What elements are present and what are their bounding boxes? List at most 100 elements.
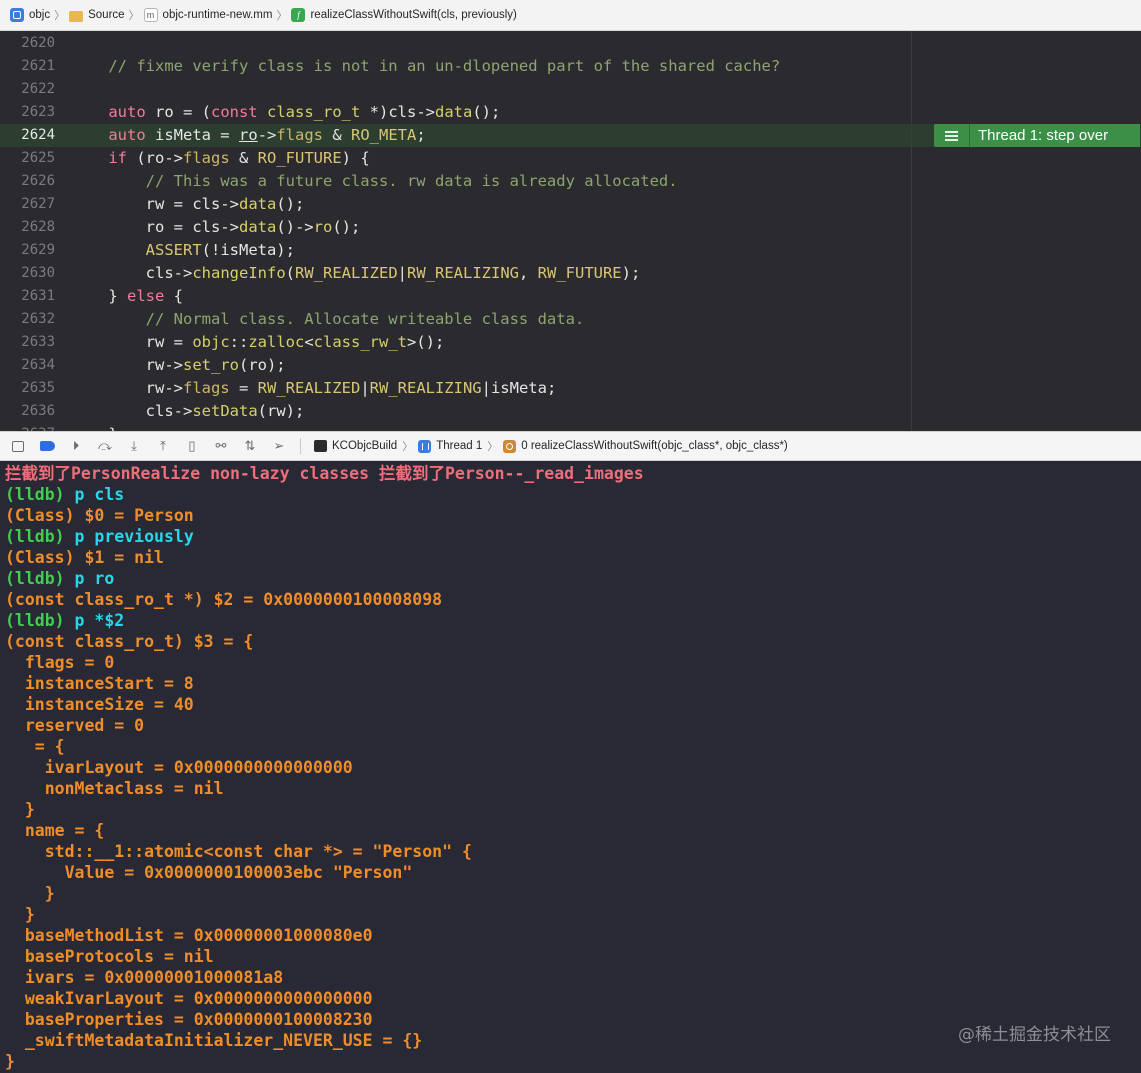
console-output-line: nonMetaclass = nil: [5, 779, 224, 798]
memory-graph-button[interactable]: ⚯: [213, 438, 229, 454]
console-output-line: instanceStart = 8: [5, 674, 194, 693]
debug-target-label: KCObjcBuild: [332, 440, 398, 452]
line-number: 2630: [21, 265, 55, 281]
lldb-command: p cls: [64, 485, 125, 504]
lldb-console[interactable]: @稀土掘金技术社区 拦截到了PersonRealize non-lazy cla…: [0, 461, 1141, 1073]
jump-bar: objc 〉 Source 〉 m objc-runtime-new.mm 〉 …: [0, 0, 1141, 31]
code-line: 2632 // Normal class. Allocate writeable…: [0, 308, 1141, 331]
lldb-command: p *$2: [64, 611, 125, 630]
console-output-line: weakIvarLayout = 0x0000000000000000: [5, 989, 373, 1008]
lldb-prompt: (lldb): [5, 527, 65, 546]
line-number: 2627: [21, 196, 55, 212]
line-number: 2625: [21, 150, 55, 166]
console-output-line: baseMethodList = 0x00000001000080e0: [5, 926, 373, 945]
continue-button[interactable]: ⏵: [68, 438, 84, 454]
code-line: 2629 ASSERT(!isMeta);: [0, 239, 1141, 262]
watermark: @稀土掘金技术社区: [958, 1025, 1111, 1045]
editor-divider: [911, 31, 912, 431]
console-output-line: (const class_ro_t) $3 = {: [5, 632, 254, 651]
simulate-location-button[interactable]: ➢: [271, 438, 287, 454]
lldb-prompt: (lldb): [5, 485, 65, 504]
code-line: 2623 auto ro = (const class_ro_t *)cls->…: [0, 101, 1141, 124]
chevron-right-icon: 〉: [402, 441, 414, 453]
console-output-line: flags = 0: [5, 653, 115, 672]
view-hierarchy-button[interactable]: ▯: [184, 438, 200, 454]
function-icon: f: [291, 8, 306, 22]
thread-step-badge[interactable]: Thread 1: step over: [934, 124, 1140, 147]
code-line: 2633 rw = objc::zalloc<class_rw_t>();: [0, 331, 1141, 354]
list-icon[interactable]: [934, 124, 970, 147]
folder-icon: [69, 10, 84, 22]
step-into-button[interactable]: ⤓: [126, 438, 142, 454]
thread-icon: [418, 439, 432, 453]
step-over-button[interactable]: ⤼: [97, 438, 113, 454]
line-number: 2635: [21, 380, 55, 396]
console-output-line: ivarLayout = 0x0000000000000000: [5, 758, 353, 777]
console-output-line: baseProperties = 0x0000000100008230: [5, 1010, 373, 1029]
console-output-line: }: [5, 905, 35, 924]
breakpoints-toggle-button[interactable]: [39, 438, 55, 454]
crumb-project[interactable]: objc: [10, 8, 50, 22]
crumb-function[interactable]: f realizeClassWithoutSwift(cls, previous…: [291, 8, 517, 22]
line-number: 2632: [21, 311, 55, 327]
line-number: 2623: [21, 104, 55, 120]
console-output-line: _swiftMetadataInitializer_NEVER_USE = {}: [5, 1031, 423, 1050]
debug-crumb-frame[interactable]: 0 realizeClassWithoutSwift(objc_class*, …: [503, 439, 788, 453]
crumb-file[interactable]: m objc-runtime-new.mm: [143, 8, 273, 22]
code-line: 2635 rw->flags = RW_REALIZED|RW_REALIZIN…: [0, 377, 1141, 400]
console-output-line: reserved = 0: [5, 716, 145, 735]
console-output-line: }: [5, 1052, 15, 1071]
console-output-line: baseProtocols = nil: [5, 947, 214, 966]
console-command-line: (lldb) p cls: [5, 484, 124, 505]
crumb-folder[interactable]: Source: [69, 9, 125, 22]
line-number: 2634: [21, 357, 55, 373]
project-icon: [10, 8, 24, 22]
line-number: 2633: [21, 334, 55, 350]
console-output-line: instanceSize = 40: [5, 695, 194, 714]
file-mm-icon: m: [143, 8, 158, 22]
console-command-line: (lldb) p ro: [5, 568, 114, 589]
step-out-button[interactable]: ⤒: [155, 438, 171, 454]
line-number: 2631: [21, 288, 55, 304]
line-number: 2626: [21, 173, 55, 189]
environment-overrides-button[interactable]: ⇅: [242, 438, 258, 454]
source-editor[interactable]: 2620 2621 // fixme verify class is not i…: [0, 31, 1141, 431]
code-line: 2630 cls->changeInfo(RW_REALIZED|RW_REAL…: [0, 262, 1141, 285]
stack-frame-icon: [503, 439, 517, 453]
crumb-label: objc-runtime-new.mm: [162, 9, 273, 21]
console-output-line: (Class) $1 = nil: [5, 548, 164, 567]
console-output-line: = {: [5, 737, 65, 756]
lldb-prompt: (lldb): [5, 611, 65, 630]
console-output-line: ivars = 0x00000001000081a8: [5, 968, 284, 987]
console-output-line: std::__1::atomic<const char *> = "Person…: [5, 842, 472, 861]
lldb-prompt: (lldb): [5, 569, 65, 588]
code-line: 2620: [0, 32, 1141, 55]
code-line: 2622: [0, 78, 1141, 101]
console-output-line: }: [5, 884, 55, 903]
terminal-icon: [314, 440, 327, 452]
line-number: 2624: [21, 127, 55, 143]
line-number: 2622: [21, 81, 55, 97]
line-number: 2637: [0, 423, 55, 431]
console-command-line: (lldb) p previously: [5, 526, 194, 547]
debug-toolbar: ⏵ ⤼ ⤓ ⤒ ▯ ⚯ ⇅ ➢ KCObjcBuild 〉 Thread 1 〉…: [0, 431, 1141, 461]
code-line: 2637 }: [0, 423, 1141, 431]
chevron-right-icon: 〉: [276, 10, 288, 22]
line-number: 2628: [21, 219, 55, 235]
code-line: 2625 if (ro->flags & RO_FUTURE) {: [0, 147, 1141, 170]
code-line: 2631 } else {: [0, 285, 1141, 308]
debug-frame-label: 0 realizeClassWithoutSwift(objc_class*, …: [521, 440, 788, 452]
crumb-label: realizeClassWithoutSwift(cls, previously…: [310, 9, 517, 21]
hide-debug-area-button[interactable]: [10, 438, 26, 454]
code-line: 2626 // This was a future class. rw data…: [0, 170, 1141, 193]
console-command-line: (lldb) p *$2: [5, 610, 124, 631]
console-output-line: }: [5, 800, 35, 819]
crumb-label: objc: [29, 9, 51, 21]
thread-badge-label: Thread 1: step over: [978, 127, 1109, 144]
code-line: 2628 ro = cls->data()->ro();: [0, 216, 1141, 239]
chevron-right-icon: 〉: [54, 10, 66, 22]
code-line: 2621 // fixme verify class is not in an …: [0, 55, 1141, 78]
code-line: 2636 cls->setData(rw);: [0, 400, 1141, 423]
debug-crumb-target[interactable]: KCObjcBuild: [314, 440, 397, 452]
debug-crumb-thread[interactable]: Thread 1: [418, 439, 482, 453]
